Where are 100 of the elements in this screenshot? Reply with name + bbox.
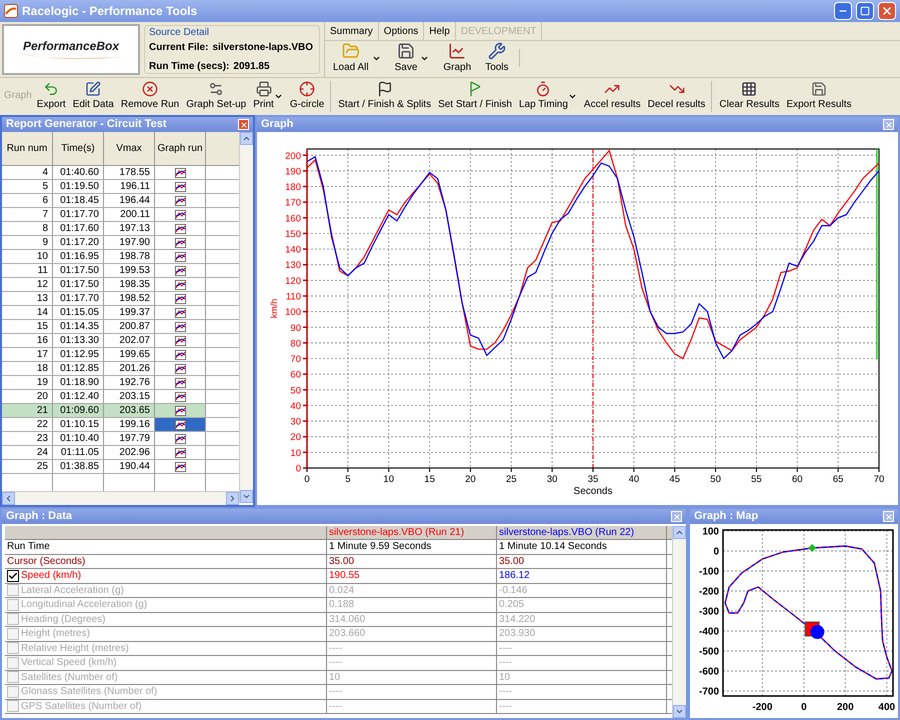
table-row[interactable]: 13 01:17.70 198.52: [2, 292, 239, 306]
chart-icon[interactable]: [174, 182, 186, 192]
toolbar-button[interactable]: Clear Results: [716, 81, 782, 112]
chart-icon[interactable]: [174, 266, 186, 276]
toolbar-button[interactable]: Accel results: [580, 81, 644, 112]
chart-icon[interactable]: [174, 336, 186, 346]
chart-icon[interactable]: [174, 238, 186, 248]
tick-label: 200: [836, 702, 854, 713]
chart-icon[interactable]: [174, 294, 186, 304]
checkbox[interactable]: [7, 570, 19, 582]
scrollbar[interactable]: [239, 132, 253, 503]
table-row[interactable]: 12 01:17.50 198.35: [2, 278, 239, 292]
table-row[interactable]: 23 01:10.40 197.79: [2, 432, 239, 446]
table-row[interactable]: 22 01:10.15 199.16: [2, 418, 239, 432]
tick-label: 10: [383, 474, 394, 485]
scrollbar[interactable]: [672, 526, 686, 718]
toolbar-button[interactable]: Decel results: [644, 81, 708, 112]
close-icon[interactable]: [881, 5, 893, 17]
column-header[interactable]: Time(s): [53, 132, 104, 165]
column-header[interactable]: Vmax: [104, 132, 155, 165]
minimize-button[interactable]: [834, 2, 852, 20]
tick-label: 60: [290, 370, 301, 381]
toolbar-button[interactable]: Set Start / Finish: [435, 81, 515, 112]
table-cell: 01:38.85: [53, 460, 104, 473]
chart-icon[interactable]: [174, 196, 186, 206]
toolbar-button[interactable]: Graph Set-up: [183, 81, 250, 112]
tick-label: -200: [698, 586, 719, 598]
table-row[interactable]: 6 01:18.45 196.44: [2, 194, 239, 208]
row-label: Heading (Degrees): [21, 612, 106, 627]
chart-icon[interactable]: [174, 322, 186, 332]
checkbox[interactable]: [7, 584, 19, 596]
toolbar-button[interactable]: Edit Data: [70, 81, 117, 112]
checkbox[interactable]: [7, 671, 19, 684]
table-row[interactable]: 5 01:19.50 196.11: [2, 180, 239, 194]
toolbar-button[interactable]: Export Results: [783, 81, 854, 112]
table-row[interactable]: 11 01:17.50 199.53: [2, 264, 239, 278]
chart-icon[interactable]: [174, 378, 186, 388]
table-row[interactable]: 8 01:17.60 197.13: [2, 222, 239, 236]
table-row[interactable]: 4 01:40.60 178.55: [2, 166, 239, 180]
chart-icon[interactable]: [174, 224, 186, 234]
chart-icon[interactable]: [174, 308, 186, 318]
table-row[interactable]: 20 01:12.40 203.15: [2, 390, 239, 404]
ribbon-button[interactable]: Load All: [329, 42, 385, 75]
table-row[interactable]: 7 01:17.70 200.11: [2, 208, 239, 222]
chart-icon[interactable]: [174, 364, 186, 374]
ribbon-button[interactable]: Save: [390, 42, 434, 75]
maximize-button[interactable]: [856, 2, 874, 20]
chart-icon[interactable]: [174, 252, 186, 262]
table-cell: 203.15: [104, 390, 155, 403]
table-row[interactable]: 14 01:15.05 199.37: [2, 306, 239, 320]
close-button[interactable]: [878, 2, 896, 20]
chart-icon[interactable]: [174, 280, 186, 290]
checkbox[interactable]: [7, 598, 19, 611]
table-row[interactable]: 10 01:16.95 198.78: [2, 250, 239, 264]
toolbar-button[interactable]: Start / Finish & Splits: [335, 81, 434, 112]
checkbox[interactable]: [7, 642, 19, 654]
menu-item[interactable]: Summary: [325, 22, 379, 40]
tick-label: 90: [290, 322, 301, 334]
toolbar-button[interactable]: Export: [34, 81, 69, 112]
column-header[interactable]: Graph run: [155, 132, 206, 165]
chart-icon[interactable]: [174, 210, 186, 220]
menu-item[interactable]: Options: [378, 22, 424, 40]
ribbon-button[interactable]: Graph: [439, 42, 476, 75]
table-row[interactable]: 24 01:11.05 202.96: [2, 446, 239, 460]
chart-icon[interactable]: [174, 448, 186, 458]
table-row[interactable]: 9 01:17.20 197.90: [2, 236, 239, 250]
table-cell: 01:18.90: [53, 376, 104, 389]
menu-item[interactable]: Help: [424, 22, 456, 40]
chart-icon[interactable]: [174, 350, 186, 360]
table-row[interactable]: 16 01:13.30 202.07: [2, 334, 239, 348]
ribbon-button[interactable]: Tools: [481, 42, 513, 75]
toolbar-button[interactable]: G-circle: [286, 81, 328, 112]
checkbox[interactable]: [7, 613, 19, 626]
tick-label: 170: [285, 198, 301, 209]
table-row[interactable]: 18 01:12.85 201.26: [2, 362, 239, 376]
maximize-icon[interactable]: [860, 6, 870, 16]
table-cell: 202.96: [104, 446, 155, 459]
table-row[interactable]: 15 01:14.35 200.87: [2, 320, 239, 334]
toolbar-button[interactable]: Lap Timing: [516, 81, 580, 112]
chart-icon[interactable]: [174, 406, 186, 416]
chart-icon[interactable]: [174, 168, 186, 178]
table-row[interactable]: 17 01:12.95 199.65: [2, 348, 239, 362]
table-row[interactable]: 25 01:38.85 190.44: [2, 460, 239, 474]
checkbox[interactable]: [7, 700, 19, 712]
chart-icon[interactable]: [174, 462, 186, 472]
table-cell: 178.55: [104, 166, 155, 179]
table-row[interactable]: 21 01:09.60 203.65: [2, 404, 239, 418]
table-row[interactable]: 19 01:18.90 192.76: [2, 376, 239, 390]
graph-run-cell[interactable]: [155, 418, 206, 431]
cursor-line[interactable]: [592, 148, 594, 468]
checkbox[interactable]: [7, 628, 19, 640]
toolbar-button[interactable]: Remove Run: [118, 81, 182, 112]
chart-icon[interactable]: [174, 392, 186, 402]
column-header[interactable]: Run num: [2, 132, 53, 165]
chart-icon[interactable]: [174, 420, 186, 430]
chart-icon[interactable]: [174, 434, 186, 444]
toolbar-button[interactable]: Print: [250, 81, 286, 112]
scrollbar[interactable]: [2, 491, 239, 505]
checkbox[interactable]: [7, 686, 19, 698]
checkbox[interactable]: [7, 656, 19, 669]
